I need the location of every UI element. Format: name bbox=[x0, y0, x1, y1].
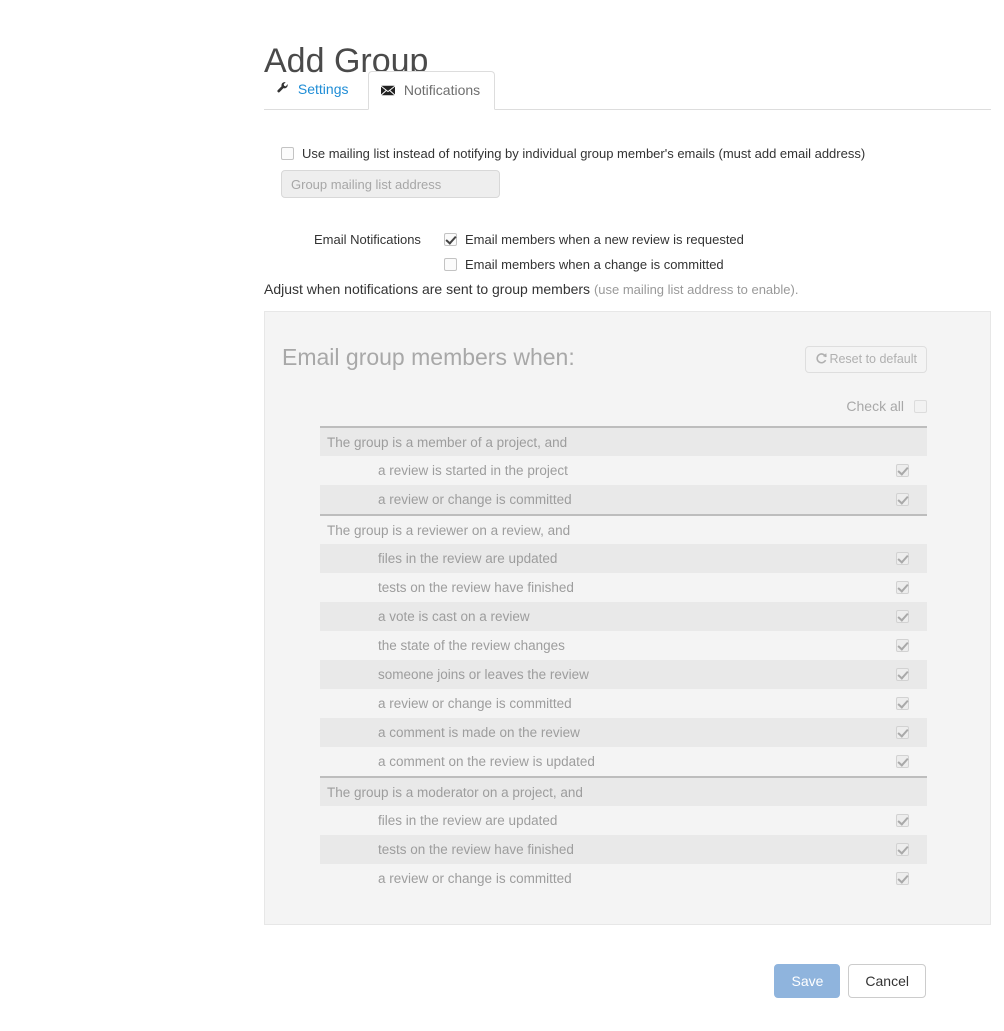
rule-row[interactable]: tests on the review have finished bbox=[320, 573, 927, 602]
rule-group-label: The group is a reviewer on a review, and bbox=[320, 523, 570, 538]
check-all-checkbox[interactable] bbox=[914, 400, 927, 413]
rule-row[interactable]: a vote is cast on a review bbox=[320, 602, 927, 631]
rule-row[interactable]: a comment on the review is updated bbox=[320, 747, 927, 776]
rule-label: a comment on the review is updated bbox=[320, 754, 595, 769]
use-mailing-list-checkbox[interactable] bbox=[281, 147, 294, 160]
rule-label: tests on the review have finished bbox=[320, 580, 574, 595]
check-all-row[interactable]: Check all bbox=[846, 398, 927, 414]
tab-bar: Settings Notifications bbox=[264, 71, 991, 110]
notify-new-review-row[interactable]: Email members when a new review is reque… bbox=[444, 232, 744, 247]
wrench-icon bbox=[276, 72, 289, 108]
rule-row[interactable]: a review or change is committed bbox=[320, 689, 927, 718]
rule-row[interactable]: files in the review are updated bbox=[320, 806, 927, 835]
rule-row[interactable]: tests on the review have finished bbox=[320, 835, 927, 864]
adjust-notifications-text: Adjust when notifications are sent to gr… bbox=[264, 281, 798, 297]
rule-checkbox[interactable] bbox=[896, 552, 909, 565]
rule-row[interactable]: the state of the review changes bbox=[320, 631, 927, 660]
rule-group-label: The group is a member of a project, and bbox=[320, 435, 567, 450]
rule-label: a comment is made on the review bbox=[320, 725, 580, 740]
notify-change-committed-label: Email members when a change is committed bbox=[465, 257, 724, 272]
rule-checkbox[interactable] bbox=[896, 843, 909, 856]
rule-row[interactable]: a review or change is committed bbox=[320, 485, 927, 514]
rule-checkbox[interactable] bbox=[896, 581, 909, 594]
rule-row[interactable]: a comment is made on the review bbox=[320, 718, 927, 747]
rule-group-header-row: The group is a member of a project, and bbox=[320, 426, 927, 456]
rule-label: a vote is cast on a review bbox=[320, 609, 530, 624]
email-notifications-label: Email Notifications bbox=[314, 232, 421, 247]
tab-notifications[interactable]: Notifications bbox=[368, 71, 495, 110]
rule-checkbox[interactable] bbox=[896, 610, 909, 623]
rule-label: files in the review are updated bbox=[320, 813, 557, 828]
rule-label: a review or change is committed bbox=[320, 696, 572, 711]
rule-checkbox[interactable] bbox=[896, 697, 909, 710]
rule-checkbox[interactable] bbox=[896, 872, 909, 885]
rule-checkbox[interactable] bbox=[896, 814, 909, 827]
rule-group-header-row: The group is a reviewer on a review, and bbox=[320, 514, 927, 544]
rule-checkbox[interactable] bbox=[896, 726, 909, 739]
tab-settings-label: Settings bbox=[298, 81, 349, 97]
envelope-icon bbox=[381, 73, 395, 110]
cancel-button[interactable]: Cancel bbox=[848, 964, 926, 998]
rule-group-header-row: The group is a moderator on a project, a… bbox=[320, 776, 927, 806]
tab-settings[interactable]: Settings bbox=[264, 71, 362, 109]
check-all-label: Check all bbox=[846, 398, 904, 414]
rule-row[interactable]: a review or change is committed bbox=[320, 864, 927, 893]
reset-to-default-button[interactable]: Reset to default bbox=[805, 346, 927, 373]
notify-new-review-label: Email members when a new review is reque… bbox=[465, 232, 744, 247]
rule-checkbox[interactable] bbox=[896, 493, 909, 506]
form-actions: Save Cancel bbox=[0, 964, 991, 998]
rule-label: a review is started in the project bbox=[320, 463, 568, 478]
rule-label: files in the review are updated bbox=[320, 551, 557, 566]
use-mailing-list-row[interactable]: Use mailing list instead of notifying by… bbox=[281, 146, 865, 161]
rule-label: a review or change is committed bbox=[320, 492, 572, 507]
notification-rules-table: The group is a member of a project, and a… bbox=[320, 426, 927, 893]
panel-title: Email group members when: bbox=[282, 344, 575, 371]
reset-to-default-label: Reset to default bbox=[829, 352, 917, 366]
rule-label: the state of the review changes bbox=[320, 638, 565, 653]
notify-change-committed-row[interactable]: Email members when a change is committed bbox=[444, 257, 724, 272]
refresh-icon bbox=[815, 349, 828, 374]
use-mailing-list-label: Use mailing list instead of notifying by… bbox=[302, 146, 865, 161]
tab-notifications-label: Notifications bbox=[404, 82, 480, 98]
notify-new-review-checkbox[interactable] bbox=[444, 233, 457, 246]
notify-change-committed-checkbox[interactable] bbox=[444, 258, 457, 271]
mailing-list-address-input[interactable] bbox=[281, 170, 500, 198]
email-rules-panel: Email group members when: Reset to defau… bbox=[264, 311, 991, 925]
rule-group-label: The group is a moderator on a project, a… bbox=[320, 785, 583, 800]
add-group-page: Add Group Settings Notifications Use mai… bbox=[0, 0, 1004, 1031]
adjust-notifications-hint: (use mailing list address to enable). bbox=[594, 282, 799, 297]
rule-row[interactable]: files in the review are updated bbox=[320, 544, 927, 573]
rule-checkbox[interactable] bbox=[896, 755, 909, 768]
rule-label: tests on the review have finished bbox=[320, 842, 574, 857]
rule-row[interactable]: someone joins or leaves the review bbox=[320, 660, 927, 689]
rule-label: someone joins or leaves the review bbox=[320, 667, 589, 682]
rule-label: a review or change is committed bbox=[320, 871, 572, 886]
rule-row[interactable]: a review is started in the project bbox=[320, 456, 927, 485]
rule-checkbox[interactable] bbox=[896, 464, 909, 477]
adjust-notifications-main: Adjust when notifications are sent to gr… bbox=[264, 281, 590, 297]
save-button[interactable]: Save bbox=[774, 964, 840, 998]
rule-checkbox[interactable] bbox=[896, 668, 909, 681]
rule-checkbox[interactable] bbox=[896, 639, 909, 652]
